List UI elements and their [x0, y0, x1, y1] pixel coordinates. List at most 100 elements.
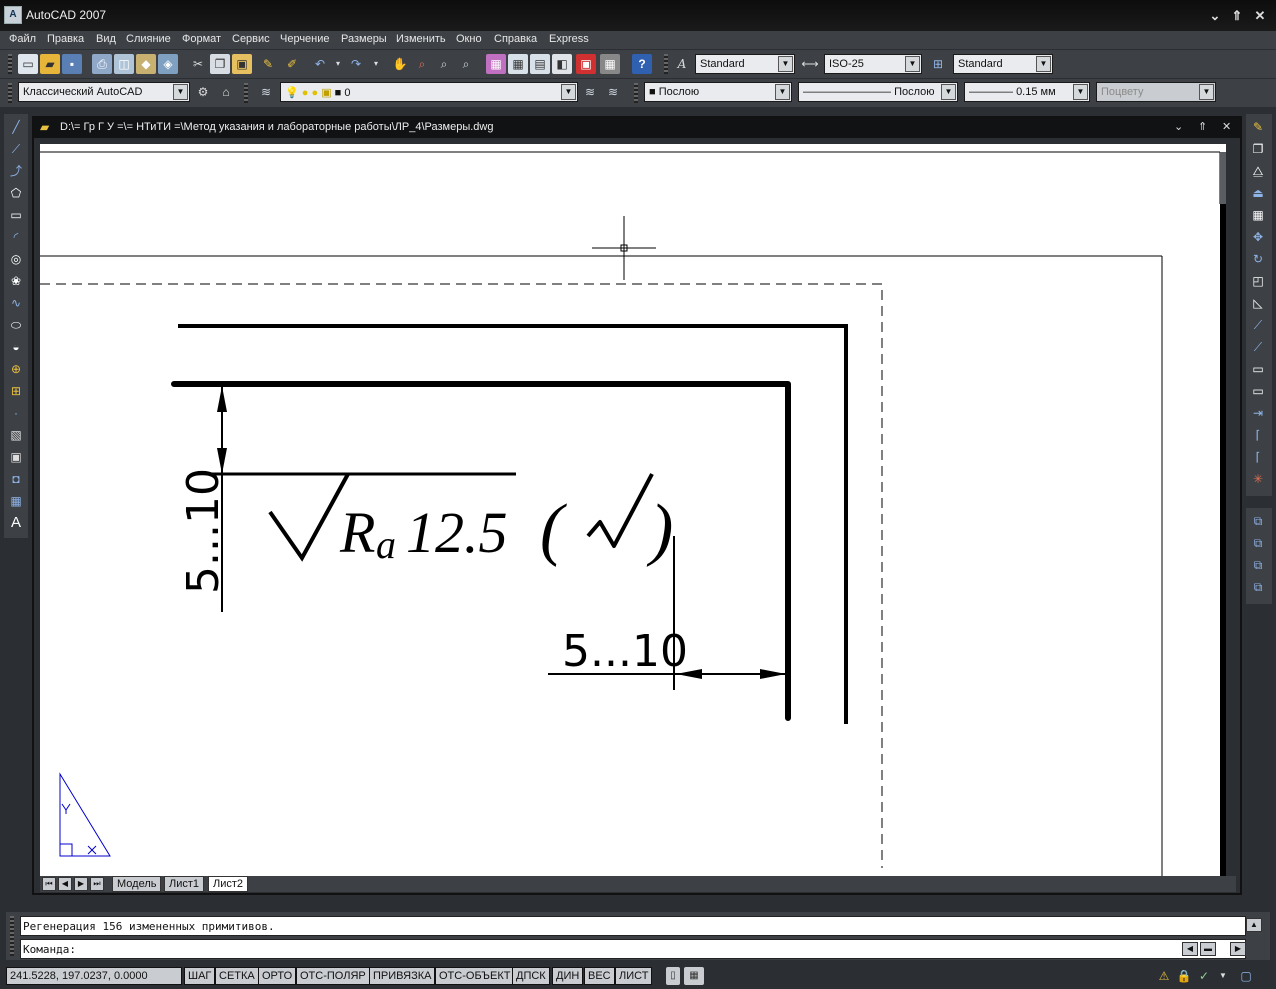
new-icon[interactable]: ▭ — [18, 54, 38, 74]
prev-tab-icon[interactable]: ◀ — [58, 877, 72, 891]
drawing-close-button[interactable]: ✕ — [1222, 120, 1231, 133]
region-icon[interactable]: ◘ — [7, 470, 25, 488]
chevron-down-icon[interactable]: ▼ — [1036, 56, 1051, 72]
paste-icon[interactable]: ▣ — [232, 54, 252, 74]
open-icon[interactable]: ▰ — [40, 54, 60, 74]
menu-merge[interactable]: Слияние — [126, 33, 171, 45]
ellipse-arc-icon[interactable]: ◒ — [7, 338, 25, 356]
rectangle-icon[interactable]: ▭ — [7, 206, 25, 224]
command-input[interactable]: Команда: — [20, 939, 1246, 959]
block-editor-icon[interactable]: ✐ — [282, 54, 302, 74]
color-select[interactable]: ■ Послою ▼ — [644, 82, 792, 102]
layer-properties-icon[interactable]: ≋ — [256, 82, 276, 102]
sheet-set-icon[interactable]: ◧ — [552, 54, 572, 74]
horizontal-dimension-text[interactable]: 5...10 — [562, 626, 688, 677]
viewport-scale-icon[interactable]: ▦ — [684, 967, 704, 985]
workspace-settings-icon[interactable]: ⚙ — [193, 82, 213, 102]
roughness-value-text[interactable]: 12.5 — [406, 500, 508, 565]
paren-close-text[interactable]: ) — [646, 491, 673, 568]
mirror-icon[interactable]: ⧋ — [1249, 162, 1267, 180]
zoom-window-icon[interactable]: ⌕ — [434, 54, 454, 74]
3d-dwf-icon[interactable]: ◈ — [158, 54, 178, 74]
undo-dropdown-icon[interactable]: ▾ — [328, 54, 348, 74]
match-properties-icon[interactable]: ✎ — [258, 54, 278, 74]
table-style-select[interactable]: Standard ▼ — [953, 54, 1053, 74]
extend-icon[interactable]: ⟋ — [1249, 338, 1267, 356]
command-grip[interactable] — [10, 916, 14, 956]
send-to-back-icon[interactable]: ⧉ — [1249, 534, 1267, 552]
next-tab-icon[interactable]: ▶ — [74, 877, 88, 891]
paper-space-drawing[interactable]: 5...10 5...10 R a 12.5 ( ) — [40, 144, 1226, 876]
copy-object-icon[interactable]: ❐ — [1249, 140, 1267, 158]
chevron-down-icon[interactable]: ▼ — [905, 56, 920, 72]
scroll-up-icon[interactable]: ▲ — [1246, 918, 1262, 932]
chevron-down-icon[interactable]: ▼ — [561, 84, 576, 100]
snap-toggle[interactable]: ШАГ — [184, 967, 216, 985]
dim-style-icon[interactable]: ⟷ — [800, 54, 820, 74]
lock-icon[interactable]: ▣ — [321, 87, 331, 99]
toolbar-grip[interactable] — [634, 83, 638, 103]
menu-draw[interactable]: Черчение — [280, 33, 330, 45]
chevron-down-icon[interactable]: ▼ — [941, 84, 956, 100]
paper-toggle[interactable]: ЛИСТ — [615, 967, 653, 985]
polygon-icon[interactable]: ⬠ — [7, 184, 25, 202]
hatch-icon[interactable]: ▧ — [7, 426, 25, 444]
chevron-down-icon[interactable]: ▼ — [173, 84, 188, 100]
polyline-icon[interactable]: ⤴ — [7, 162, 25, 180]
tab-sheet1[interactable]: Лист1 — [164, 876, 205, 892]
scroll-left-icon[interactable]: ◀ — [1182, 942, 1198, 956]
tray-settings-icon[interactable]: ✓ — [1196, 967, 1212, 985]
lineweight-toggle[interactable]: ВЕС — [584, 967, 615, 985]
publish-icon[interactable]: ◆ — [136, 54, 156, 74]
dyn-toggle[interactable]: ДИН — [552, 967, 584, 985]
circle-icon[interactable]: ◎ — [7, 250, 25, 268]
minimize-button[interactable]: ⌄ — [1206, 8, 1224, 24]
spline-icon[interactable]: ∿ — [7, 294, 25, 312]
layer-select[interactable]: 💡 ● ● ▣ ■ 0 ▼ — [280, 82, 578, 102]
roughness-r-text[interactable]: R — [339, 500, 375, 565]
trim-icon[interactable]: ⟋ — [1249, 316, 1267, 334]
toolbar-grip[interactable] — [244, 83, 248, 103]
roughness-a-text[interactable]: a — [376, 522, 396, 567]
last-tab-icon[interactable]: ⏭ — [90, 877, 104, 891]
plot-preview-icon[interactable]: ◫ — [114, 54, 134, 74]
paren-open-text[interactable]: ( — [540, 491, 567, 568]
toolbar-grip[interactable] — [8, 83, 12, 103]
send-under-icon[interactable]: ⧉ — [1249, 578, 1267, 596]
break-at-point-icon[interactable]: ▭ — [1249, 360, 1267, 378]
array-icon[interactable]: ▦ — [1249, 206, 1267, 224]
menu-help[interactable]: Справка — [494, 33, 537, 45]
lineweight-select[interactable]: ———— 0.15 мм ▼ — [964, 82, 1090, 102]
dim-style-select[interactable]: ISO-25 ▼ — [824, 54, 922, 74]
chevron-down-icon[interactable]: ▼ — [778, 56, 793, 72]
menu-modify[interactable]: Изменить — [396, 33, 446, 45]
text-style-icon[interactable]: A — [672, 54, 692, 74]
drawing-canvas[interactable]: 5...10 5...10 R a 12.5 ( ) — [40, 144, 1226, 876]
grid-toggle[interactable]: СЕТКА — [215, 967, 259, 985]
insert-block-icon[interactable]: ⊕ — [7, 360, 25, 378]
workspace-select[interactable]: Классический AutoCAD ▼ — [18, 82, 190, 102]
menu-file[interactable]: Файл — [9, 33, 36, 45]
coordinates-display[interactable]: 241.5228, 197.0237, 0.0000 — [6, 967, 182, 985]
close-button[interactable]: ✕ — [1251, 8, 1269, 24]
erase-icon[interactable]: ✎ — [1249, 118, 1267, 136]
first-tab-icon[interactable]: ⏮ — [42, 877, 56, 891]
rotate-icon[interactable]: ↻ — [1249, 250, 1267, 268]
gradient-icon[interactable]: ▣ — [7, 448, 25, 466]
chevron-down-icon[interactable]: ▼ — [775, 84, 790, 100]
offset-icon[interactable]: ⏏ — [1249, 184, 1267, 202]
menu-edit[interactable]: Правка — [47, 33, 84, 45]
layer-previous-icon[interactable]: ≋ — [603, 82, 623, 102]
move-icon[interactable]: ✥ — [1249, 228, 1267, 246]
redo-icon[interactable]: ↷ — [346, 54, 366, 74]
menu-format[interactable]: Формат — [182, 33, 221, 45]
calculator-icon[interactable]: ▦ — [600, 54, 620, 74]
sun-icon[interactable]: ● — [302, 87, 309, 99]
vertical-dimension-text[interactable]: 5...10 — [178, 468, 229, 594]
point-icon[interactable]: · — [7, 404, 25, 422]
copy-icon[interactable]: ❐ — [210, 54, 230, 74]
bring-above-icon[interactable]: ⧉ — [1249, 556, 1267, 574]
redo-dropdown-icon[interactable]: ▾ — [366, 54, 386, 74]
lock-icon[interactable]: 🔒 — [1176, 967, 1192, 985]
save-icon[interactable]: ▪ — [62, 54, 82, 74]
